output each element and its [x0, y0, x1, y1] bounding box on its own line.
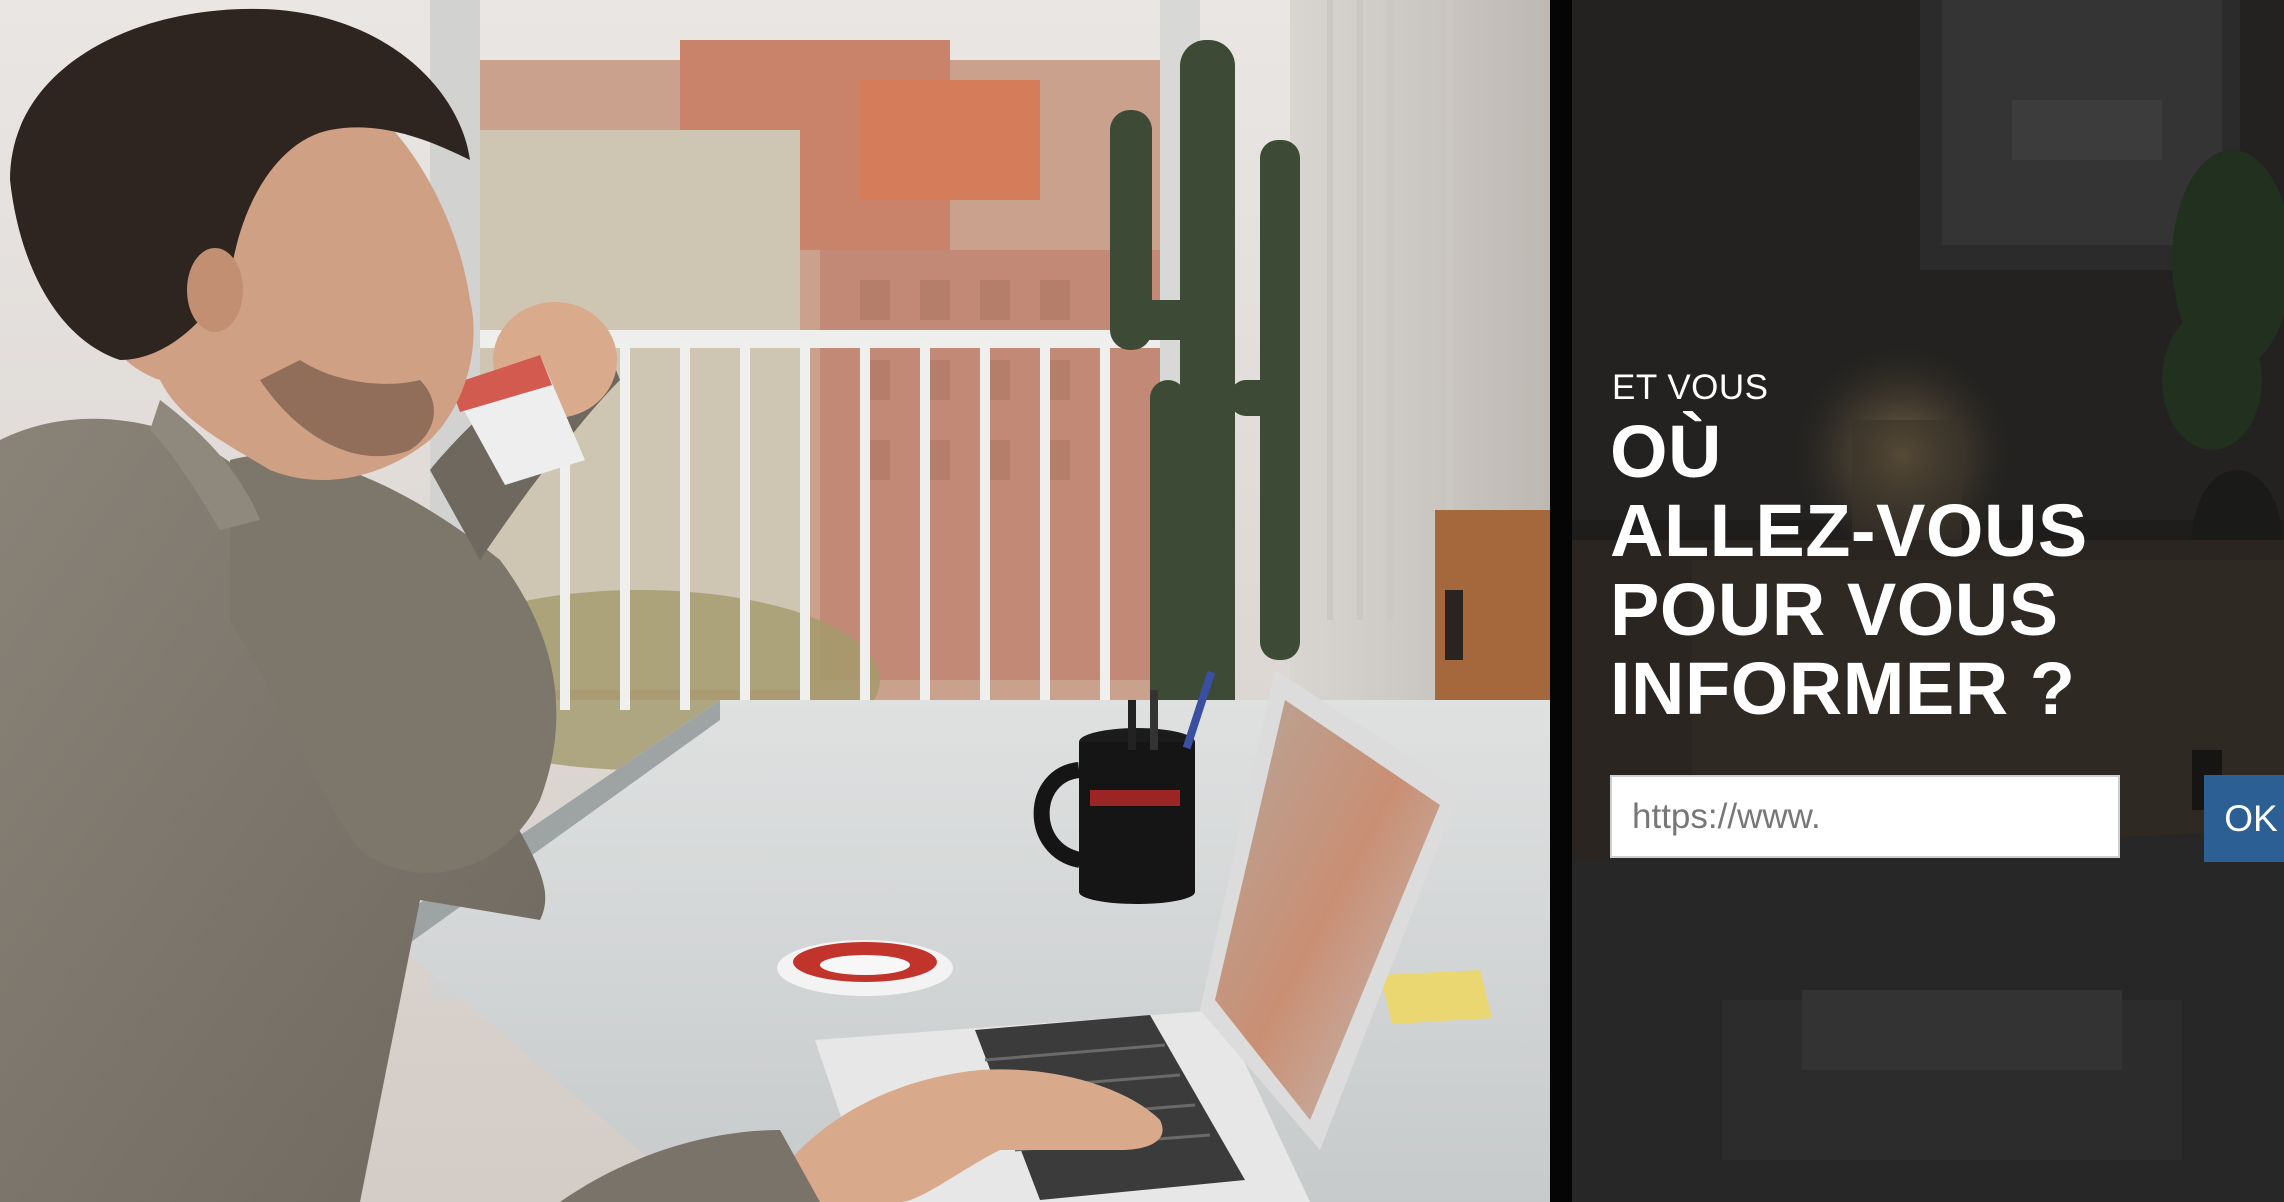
landing-page: ET VOUS OÙ ALLEZ-VOUS POUR VOUS INFORMER… — [0, 0, 2284, 1202]
ok-button[interactable]: OK — [2204, 775, 2284, 862]
url-form: OK — [1610, 775, 2284, 862]
headline-line: POUR VOUS — [1610, 568, 2059, 651]
headline-block: ET VOUS OÙ ALLEZ-VOUS POUR VOUS INFORMER… — [1610, 368, 2260, 728]
headline-line: INFORMER ? — [1610, 647, 2076, 730]
url-input[interactable] — [1610, 775, 2120, 858]
hero-photo — [0, 0, 1550, 1202]
headline-pretitle: ET VOUS — [1612, 368, 1769, 407]
panel-divider — [1550, 0, 1572, 1202]
search-panel: ET VOUS OÙ ALLEZ-VOUS POUR VOUS INFORMER… — [1572, 0, 2284, 1202]
headline-title: OÙ ALLEZ-VOUS POUR VOUS INFORMER ? — [1610, 412, 2260, 728]
headline-line: OÙ — [1610, 410, 1722, 493]
man-drinking-coffee-at-laptop-photo — [0, 0, 1550, 1202]
headline-line: ALLEZ-VOUS — [1610, 489, 2088, 572]
